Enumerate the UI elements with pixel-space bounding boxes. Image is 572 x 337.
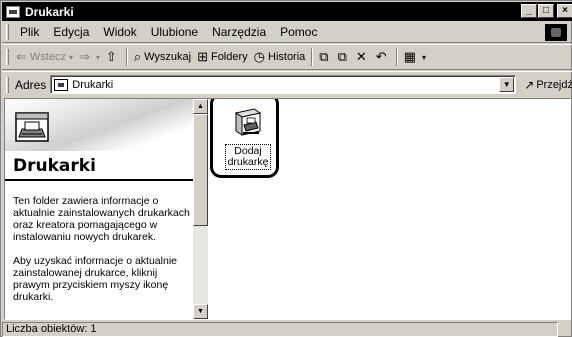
explorer-window: Drukarki _ □ × Plik Edycja Widok Ulubion…	[0, 0, 572, 337]
address-bar: Adres Drukarki ▼ ↗ Przejdź	[2, 71, 572, 97]
menu-bar: Plik Edycja Widok Ulubione Narzędzia Pom…	[2, 22, 572, 43]
address-input[interactable]: Drukarki ▼	[50, 75, 517, 94]
address-value: Drukarki	[72, 78, 114, 91]
delete-icon: ✕	[355, 49, 367, 64]
add-printer-label: Dodaj drukarkę	[224, 144, 272, 170]
resize-grip-icon[interactable]	[558, 323, 572, 337]
up-folder-button[interactable]: ⇧	[103, 46, 123, 68]
window-title: Drukarki	[25, 4, 74, 19]
forward-arrow-icon: ⇒	[78, 49, 90, 64]
go-label: Przejdź	[536, 78, 572, 91]
history-icon: ◷	[253, 49, 265, 64]
views-dropdown-icon[interactable]: ▾	[422, 53, 426, 62]
folders-label: Foldery	[210, 51, 248, 63]
menubar-grip[interactable]	[6, 24, 9, 40]
menu-ulubione[interactable]: Ulubione	[144, 25, 205, 39]
menu-edycja[interactable]: Edycja	[46, 25, 96, 39]
pane-description: Ten folder zawiera informacje o aktualni…	[13, 195, 191, 315]
scroll-up-icon[interactable]: ▲	[193, 99, 208, 114]
history-label: Historia	[268, 51, 306, 63]
title-bar[interactable]: Drukarki _ □ ×	[2, 2, 572, 21]
vertical-scrollbar[interactable]: ▲ ▼	[193, 99, 208, 319]
close-button[interactable]: ×	[557, 4, 572, 18]
views-button[interactable]: ▦ ▾	[401, 46, 429, 68]
scroll-down-icon[interactable]: ▼	[193, 304, 208, 319]
move-to-icon: ⧉	[319, 49, 329, 64]
toolbar-separator	[395, 48, 398, 66]
back-button[interactable]: ⇐ Wstecz ▾	[13, 46, 76, 68]
pane-paragraph: Ten folder zawiera informacje o aktualni…	[13, 195, 190, 243]
status-bar: Liczba obiektów: 1	[2, 322, 572, 337]
windows-logo-icon	[545, 24, 567, 41]
address-dropdown-icon[interactable]: ▼	[499, 77, 515, 92]
address-label: Adres	[14, 77, 47, 92]
toolbar-separator	[311, 48, 314, 66]
delete-button[interactable]: ✕	[353, 46, 373, 68]
toolbar-grip[interactable]	[6, 49, 9, 65]
menu-narzedzia[interactable]: Narzędzia	[205, 25, 273, 39]
forward-dropdown-icon[interactable]: ▾	[96, 53, 100, 62]
search-icon: ⌕	[133, 49, 142, 64]
folder-content[interactable]: Drukarki Ten folder zawiera informacje o…	[4, 98, 571, 320]
copy-to-button[interactable]: ⧉	[335, 46, 353, 68]
pane-banner	[5, 99, 193, 151]
printer-folder-icon[interactable]	[6, 5, 20, 18]
menu-pomoc[interactable]: Pomoc	[273, 25, 324, 39]
add-printer-icon	[234, 108, 262, 136]
up-folder-icon: ⇧	[105, 49, 117, 64]
back-dropdown-icon[interactable]: ▾	[69, 53, 73, 62]
back-arrow-icon: ⇐	[16, 49, 27, 64]
minimize-button[interactable]: _	[521, 4, 537, 18]
standard-toolbar: ⇐ Wstecz ▾ ⇒ ▾ ⇧ ⌕ Wyszukaj ⊞ Foldery ◷ …	[2, 44, 572, 70]
add-printer-item[interactable]: Dodaj drukarkę	[217, 105, 279, 170]
search-label: Wyszukaj	[144, 51, 192, 63]
go-button[interactable]: ↗ Przejdź	[524, 78, 572, 92]
webview-info-pane: Drukarki Ten folder zawiera informacje o…	[5, 99, 193, 319]
toolbar-separator	[125, 48, 128, 66]
menu-widok[interactable]: Widok	[96, 25, 143, 39]
pane-title: Drukarki	[13, 156, 96, 176]
move-to-button[interactable]: ⧉	[316, 46, 334, 68]
copy-to-icon: ⧉	[337, 49, 347, 64]
pane-paragraph: Aby uzyskać informacje o aktualnie zains…	[13, 255, 177, 303]
scroll-thumb[interactable]	[193, 114, 208, 226]
undo-button[interactable]: ↶	[373, 46, 393, 68]
status-object-count: Liczba obiektów: 1	[2, 322, 558, 337]
menu-plik[interactable]: Plik	[13, 25, 46, 39]
maximize-button[interactable]: □	[538, 4, 554, 18]
forward-button[interactable]: ⇒ ▾	[76, 46, 103, 68]
undo-icon: ↶	[375, 49, 387, 64]
window-controls: _ □ ×	[521, 4, 572, 18]
history-button[interactable]: ◷ Historia	[251, 46, 309, 68]
back-label: Wstecz	[29, 51, 66, 63]
folders-icon: ⊞	[197, 49, 208, 64]
add-printer-label-line2: drukarkę	[227, 156, 269, 168]
printer-folder-icon	[54, 78, 69, 91]
printer-folder-icon	[15, 112, 49, 142]
search-button[interactable]: ⌕ Wyszukaj	[131, 46, 194, 68]
addressbar-grip[interactable]	[6, 76, 9, 93]
views-icon: ▦	[403, 49, 416, 64]
pane-divider	[5, 179, 193, 181]
folders-button[interactable]: ⊞ Foldery	[194, 46, 251, 68]
go-arrow-icon: ↗	[524, 77, 535, 92]
